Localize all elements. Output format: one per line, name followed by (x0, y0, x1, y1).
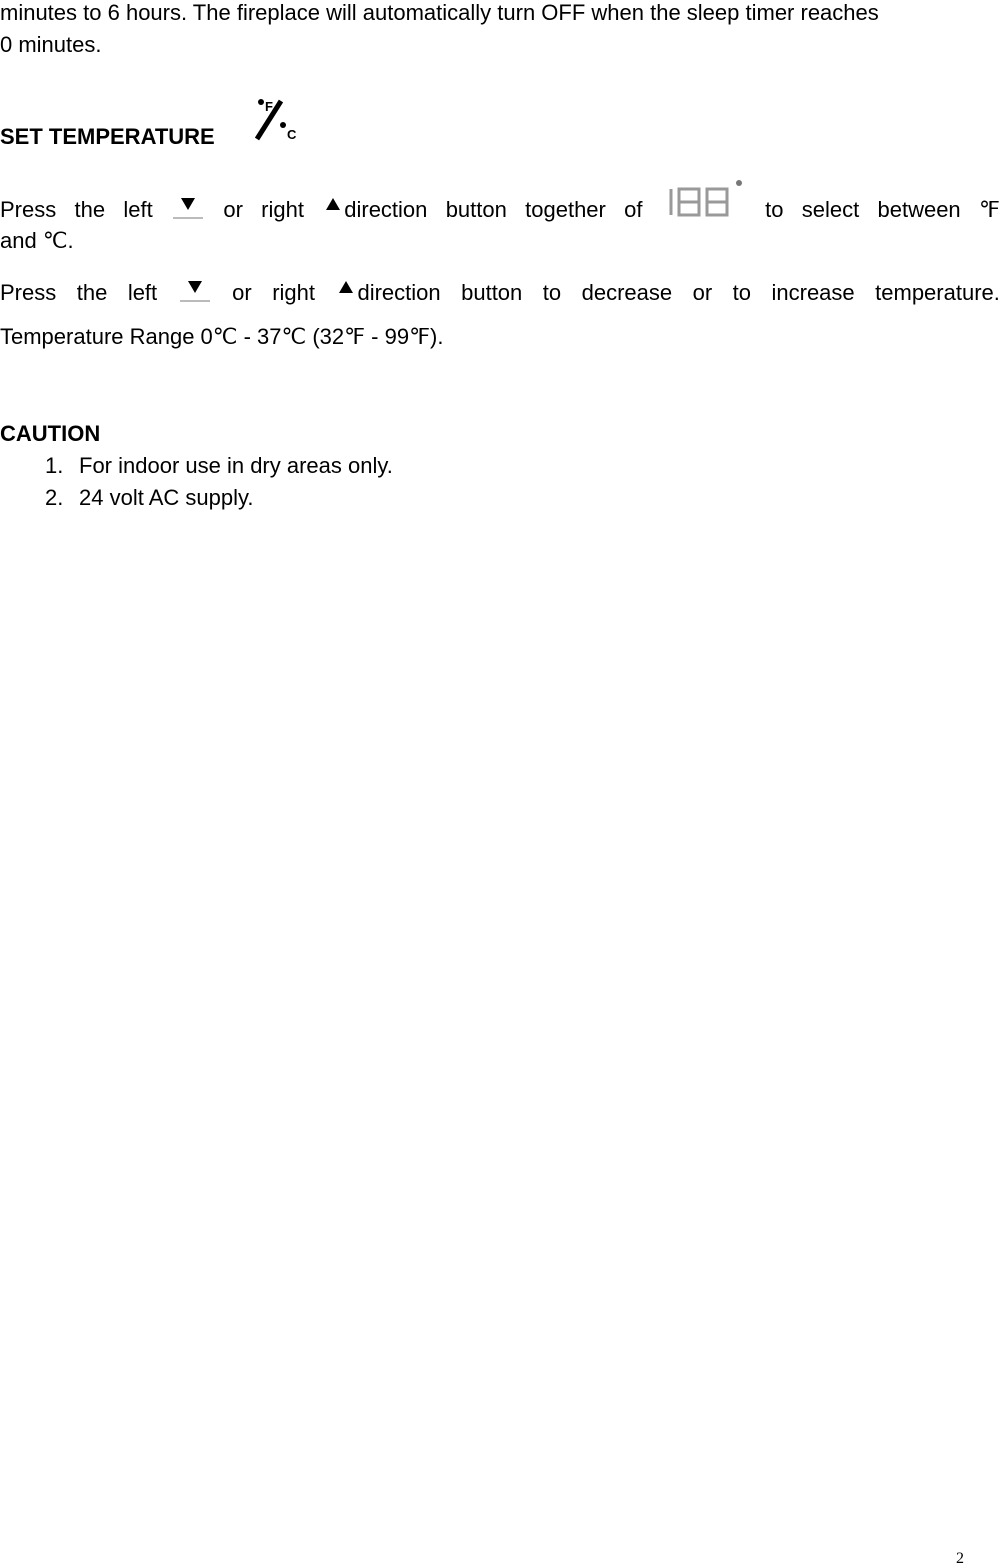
section-heading-set-temperature: SET TEMPERATURE F C (0, 99, 303, 151)
section-heading-caution: CAUTION (0, 421, 101, 446)
intro-line-1: minutes to 6 hours. The fireplace will a… (0, 0, 879, 25)
intro-line-2: 0 minutes. (0, 32, 102, 57)
set-temp-para-1-line-1: Press the left or right direction button… (0, 180, 1000, 227)
seven-segment-display-icon (661, 175, 747, 227)
list-item: 2. 24 volt AC supply. (45, 485, 254, 510)
up-arrow-button-icon (322, 196, 344, 226)
set-temp-para-2: Press the left or right direction button… (0, 279, 1000, 309)
svg-text:C: C (287, 127, 297, 142)
down-arrow-button-icon (171, 196, 205, 226)
list-item: 1. For indoor use in dry areas only. (45, 453, 393, 478)
set-temp-para-1-line-2: and ℃. (0, 228, 74, 253)
fahrenheit-celsius-icon: F C (243, 95, 303, 151)
page-number: 2 (956, 1550, 964, 1567)
heading-text: SET TEMPERATURE (0, 124, 215, 149)
temperature-range: Temperature Range 0℃ - 37℃ (32℉ - 99℉). (0, 324, 444, 349)
down-arrow-button-icon (178, 279, 212, 309)
up-arrow-button-icon (335, 279, 357, 309)
